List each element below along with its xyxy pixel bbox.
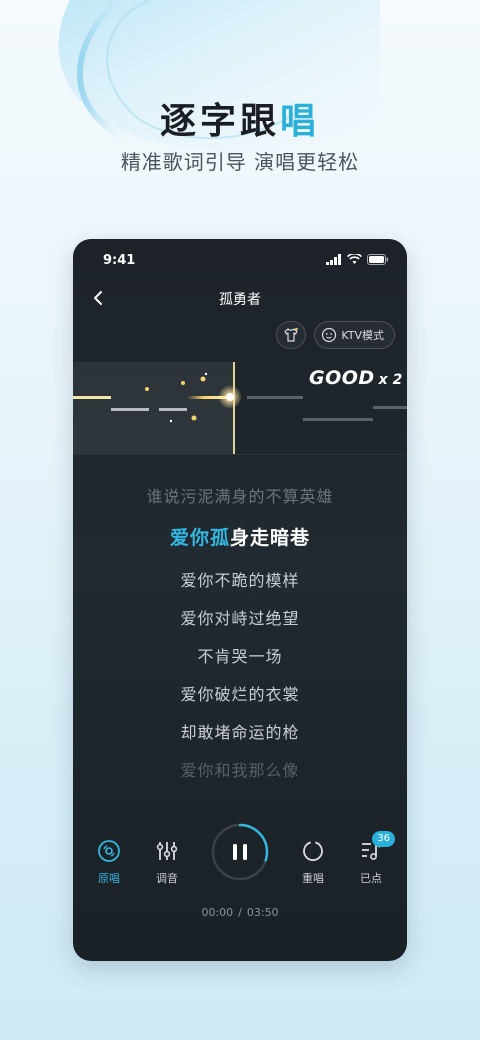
ktv-mode-label: KTV模式: [341, 329, 384, 342]
sliders-icon: [156, 842, 178, 860]
refresh-icon: [303, 841, 323, 861]
original-vocal-button[interactable]: 原唱: [87, 839, 131, 886]
pitch-visualizer: GOOD x 2: [73, 362, 407, 454]
hero-title-highlight: 唱: [280, 101, 321, 142]
hero-subtitle: 精准歌词引导 演唱更轻松: [120, 150, 360, 174]
outfit-button[interactable]: [276, 321, 307, 349]
original-vocal-label: 原唱: [98, 872, 120, 885]
status-bar: 9:41: [73, 251, 407, 271]
ktv-mode-button[interactable]: KTV模式: [314, 321, 395, 349]
score-badge: GOOD x 2: [309, 367, 402, 389]
queued-songs-label: 已点: [360, 872, 382, 885]
shirt-icon: [284, 327, 299, 342]
score-multiplier: x 2: [378, 372, 403, 388]
pitch-divider: [73, 454, 407, 455]
progress-ring: [211, 823, 269, 881]
battery-icon: [367, 254, 389, 265]
lyric-current-sung: 爱你孤: [169, 527, 230, 549]
queued-songs-button[interactable]: 36 已点: [349, 831, 395, 886]
disc-face-icon: [322, 327, 337, 343]
pause-icon: [233, 844, 247, 860]
status-icons: [326, 254, 389, 265]
wifi-icon: [347, 254, 362, 264]
control-row: KTV模式: [276, 321, 395, 349]
queued-count-badge: 36: [372, 831, 395, 847]
lyric-line-current: 爱你孤身走暗巷: [73, 523, 407, 550]
hero-title-prefix: 逐字跟: [159, 101, 280, 142]
time-elapsed: 00:00: [201, 906, 234, 919]
restart-label: 重唱: [302, 872, 324, 885]
pause-button[interactable]: [211, 823, 269, 881]
lyric-line: 却敢堵命运的枪: [180, 723, 300, 742]
lyric-line: 爱你破烂的衣裳: [180, 685, 300, 704]
score-word: GOOD: [309, 367, 375, 389]
phone-mockup: 9:41 孤勇者 KTV模式 GOOD x 2 谁说污泥满身的不算英雄 爱你孤身…: [73, 239, 407, 961]
time-display: 00:00 / 03:50: [73, 906, 407, 919]
top-nav: 孤勇者: [73, 285, 407, 311]
song-title: 孤勇者: [219, 292, 261, 308]
tuning-button[interactable]: 调音: [145, 839, 189, 886]
lyric-line: 爱你不跪的模样: [180, 571, 300, 590]
status-time: 9:41: [103, 253, 136, 268]
hero-title: 逐字跟唱: [0, 92, 480, 144]
restart-button[interactable]: 重唱: [291, 839, 335, 886]
signal-icon: [326, 254, 341, 265]
lyric-line: 不肯哭一场: [197, 647, 283, 666]
time-total: 03:50: [246, 906, 279, 919]
lyric-line: 爱你对峙过绝望: [180, 609, 300, 628]
disc-icon: [98, 840, 120, 862]
tuning-label: 调音: [156, 872, 178, 885]
time-separator: /: [238, 906, 242, 919]
lyric-line-previous: 谁说污泥满身的不算英雄: [146, 487, 334, 506]
lyric-current-rest: 身走暗巷: [230, 527, 311, 549]
lyric-line: 爱你和我那么像: [180, 761, 300, 780]
